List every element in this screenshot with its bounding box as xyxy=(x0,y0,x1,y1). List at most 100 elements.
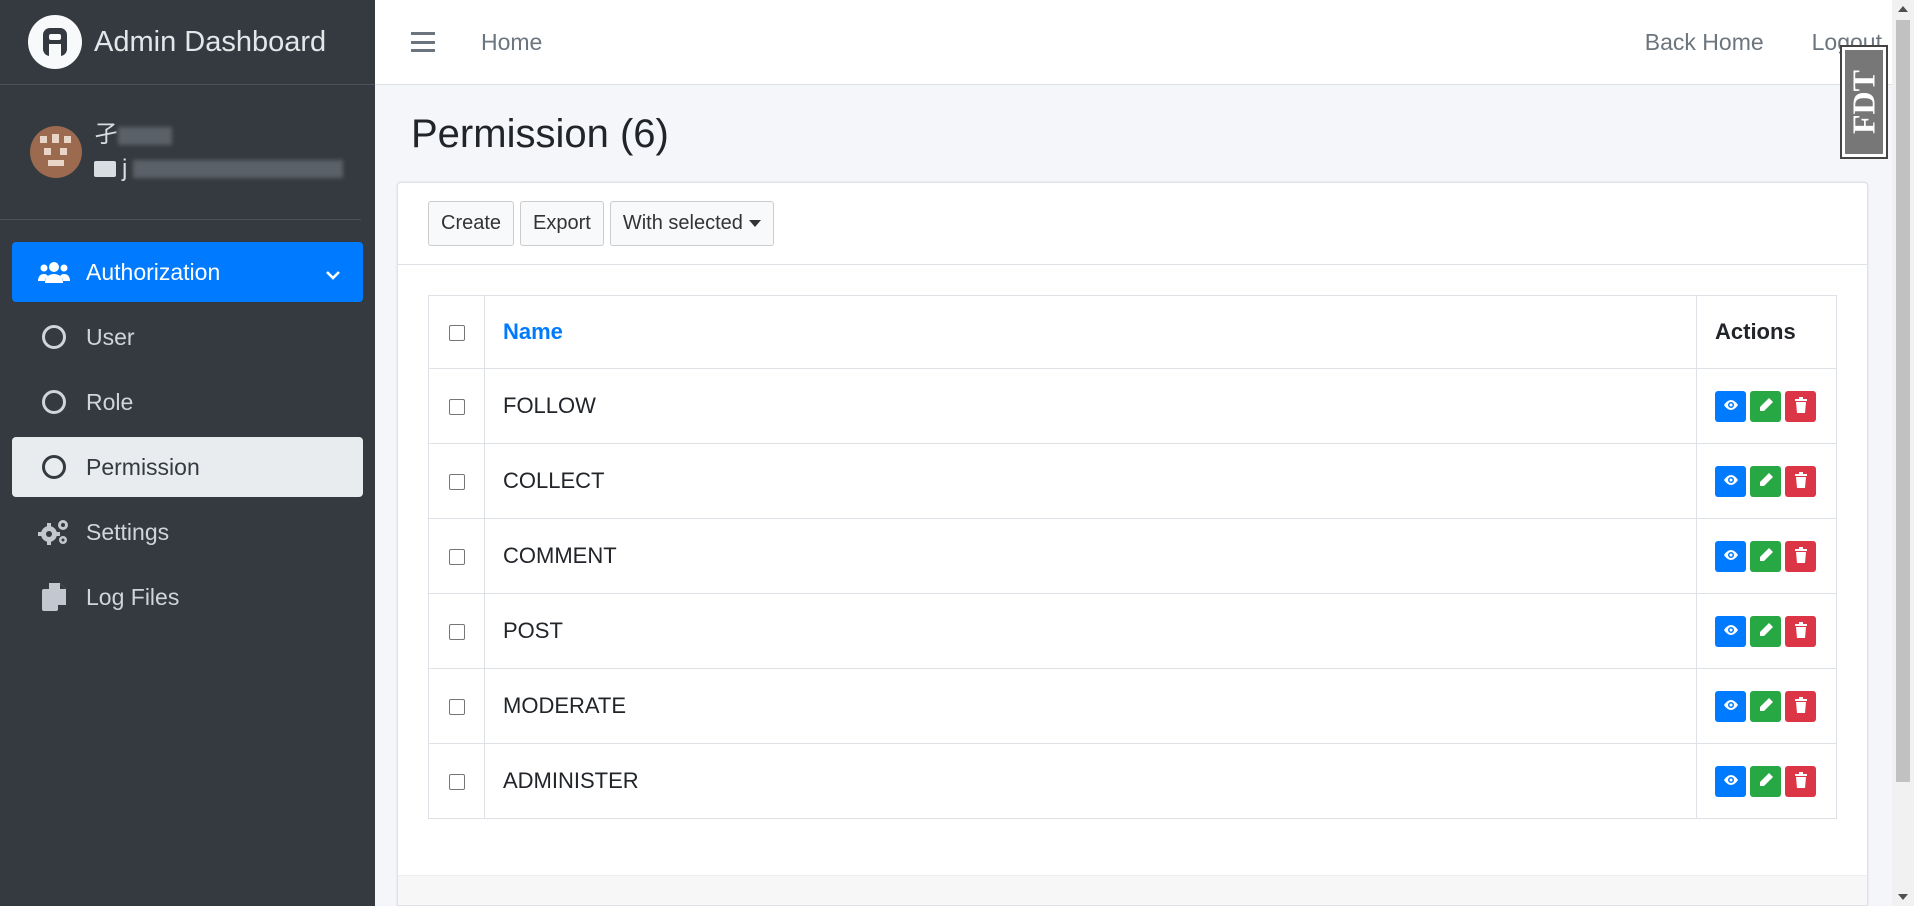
edit-button[interactable] xyxy=(1750,765,1781,797)
view-button[interactable] xyxy=(1715,765,1746,797)
export-button[interactable]: Export xyxy=(520,201,604,246)
edit-button[interactable] xyxy=(1750,615,1781,647)
row-actions xyxy=(1696,743,1837,819)
delete-button[interactable] xyxy=(1785,765,1816,797)
sidebar-item-log-files[interactable]: Log Files xyxy=(12,567,363,627)
cogs-icon xyxy=(38,516,70,548)
table-row: MODERATE xyxy=(428,668,1837,744)
pencil-icon xyxy=(1758,768,1774,794)
permission-name: FOLLOW xyxy=(484,368,1697,444)
scroll-down-icon[interactable] xyxy=(1898,894,1908,900)
edit-button[interactable] xyxy=(1750,540,1781,572)
trash-icon xyxy=(1793,543,1809,569)
row-checkbox[interactable] xyxy=(448,399,465,416)
sidebar-item-user[interactable]: User xyxy=(12,307,363,367)
eye-icon xyxy=(1723,468,1739,494)
caret-down-icon xyxy=(748,220,761,227)
trash-icon xyxy=(1793,468,1809,494)
card-toolbar: Create Export With selected xyxy=(398,183,1867,265)
edit-button[interactable] xyxy=(1750,465,1781,497)
row-actions xyxy=(1696,518,1837,594)
view-button[interactable] xyxy=(1715,615,1746,647)
view-button[interactable] xyxy=(1715,690,1746,722)
row-checkbox-cell xyxy=(428,668,485,744)
sidebar-item-authorization[interactable]: Authorization xyxy=(12,242,363,302)
select-all-checkbox[interactable] xyxy=(448,325,465,342)
table-row: COMMENT xyxy=(428,518,1837,594)
permission-name: MODERATE xyxy=(484,668,1697,744)
table-row: COLLECT xyxy=(428,443,1837,519)
edit-button[interactable] xyxy=(1750,390,1781,422)
row-checkbox[interactable] xyxy=(448,699,465,716)
pencil-icon xyxy=(1758,468,1774,494)
brand-link[interactable]: Admin Dashboard xyxy=(0,0,375,85)
create-button[interactable]: Create xyxy=(428,201,515,246)
users-icon xyxy=(38,256,70,288)
eye-icon xyxy=(1723,618,1739,644)
row-actions xyxy=(1696,368,1837,444)
row-checkbox-cell xyxy=(428,518,485,594)
permission-name: ADMINISTER xyxy=(484,743,1697,819)
table-row: ADMINISTER xyxy=(428,743,1837,819)
nav-home-link[interactable]: Home xyxy=(481,29,542,56)
trash-icon xyxy=(1793,618,1809,644)
delete-button[interactable] xyxy=(1785,690,1816,722)
select-all-cell xyxy=(428,295,485,369)
permission-name: COLLECT xyxy=(484,443,1697,519)
pencil-icon xyxy=(1758,543,1774,569)
card-footer xyxy=(398,875,1867,905)
avatar[interactable] xyxy=(30,126,82,178)
row-checkbox[interactable] xyxy=(448,774,465,791)
row-checkbox[interactable] xyxy=(448,624,465,641)
name-column-header[interactable]: Name xyxy=(484,295,1697,369)
topbar: Home Back Home Logout xyxy=(375,0,1892,85)
scroll-thumb[interactable] xyxy=(1896,20,1910,782)
fdt-badge[interactable]: FDT xyxy=(1840,45,1888,159)
sidebar-item-role[interactable]: Role xyxy=(12,372,363,432)
delete-button[interactable] xyxy=(1785,465,1816,497)
hamburger-icon[interactable] xyxy=(411,32,435,52)
table-row: FOLLOW xyxy=(428,368,1837,444)
pencil-icon xyxy=(1758,693,1774,719)
row-checkbox-cell xyxy=(428,593,485,669)
eye-icon xyxy=(1723,393,1739,419)
table-header-row: Name Actions xyxy=(428,295,1837,369)
copy-icon xyxy=(38,581,70,613)
with-selected-dropdown[interactable]: With selected xyxy=(609,201,774,246)
sidebar-item-permission[interactable]: Permission xyxy=(12,437,363,497)
circle-icon xyxy=(38,386,70,418)
edit-button[interactable] xyxy=(1750,690,1781,722)
view-button[interactable] xyxy=(1715,540,1746,572)
page-scrollbar[interactable] xyxy=(1892,0,1914,906)
trash-icon xyxy=(1793,768,1809,794)
user-email[interactable]: j xyxy=(94,152,344,186)
permissions-card: Create Export With selected Name Actions… xyxy=(397,182,1868,906)
delete-button[interactable] xyxy=(1785,540,1816,572)
trash-icon xyxy=(1793,393,1809,419)
sidebar-item-settings[interactable]: Settings xyxy=(12,502,363,562)
pencil-icon xyxy=(1758,618,1774,644)
permission-name: COMMENT xyxy=(484,518,1697,594)
chevron-down-icon xyxy=(325,262,341,289)
row-checkbox[interactable] xyxy=(448,549,465,566)
sidebar: Admin Dashboard 孑 j Authorization User R… xyxy=(0,0,375,906)
row-checkbox[interactable] xyxy=(448,474,465,491)
delete-button[interactable] xyxy=(1785,615,1816,647)
brand-logo-icon xyxy=(28,15,82,69)
delete-button[interactable] xyxy=(1785,390,1816,422)
circle-icon xyxy=(38,451,70,483)
row-checkbox-cell xyxy=(428,368,485,444)
user-name[interactable]: 孑 xyxy=(94,118,343,152)
scroll-up-icon[interactable] xyxy=(1898,6,1908,12)
row-checkbox-cell xyxy=(428,443,485,519)
sidebar-nav: Authorization User Role Permission Setti… xyxy=(0,220,375,627)
row-actions xyxy=(1696,668,1837,744)
main-content: Permission (6) Create Export With select… xyxy=(375,85,1892,906)
actions-column-header: Actions xyxy=(1696,295,1837,369)
view-button[interactable] xyxy=(1715,390,1746,422)
back-home-link[interactable]: Back Home xyxy=(1645,29,1764,56)
view-button[interactable] xyxy=(1715,465,1746,497)
user-panel: 孑 j xyxy=(0,85,361,220)
row-checkbox-cell xyxy=(428,743,485,819)
row-actions xyxy=(1696,443,1837,519)
